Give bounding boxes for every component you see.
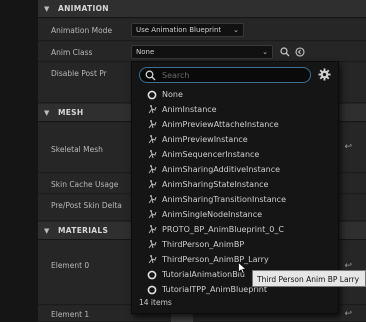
list-item[interactable]: AnimInstance	[132, 102, 338, 117]
animation-mode-label: Animation Mode	[51, 26, 113, 35]
list-item-label: AnimSharingAdditiveInstance	[162, 165, 281, 174]
anim-class-icon	[146, 134, 158, 146]
animation-mode-value: Use Animation Blueprint	[136, 26, 222, 34]
anim-class-value: None	[136, 48, 155, 56]
skin-cache-usage-label: Skin Cache Usage	[51, 180, 119, 189]
list-item[interactable]: AnimSharingStateInstance	[132, 177, 338, 192]
list-item[interactable]: ThirdPerson_AnimBP_Larry	[132, 252, 338, 267]
list-item-label: ThirdPerson_AnimBP	[162, 240, 245, 249]
section-title: MATERIALS	[58, 226, 109, 235]
search-box[interactable]	[139, 67, 311, 83]
list-item[interactable]: ThirdPerson_AnimBP	[132, 237, 338, 252]
section-title: ANIMATION	[58, 4, 109, 13]
list-item[interactable]: AnimPreviewAttacheInstance	[132, 117, 338, 132]
list-item[interactable]: AnimSequencerInstance	[132, 147, 338, 162]
search-icon	[145, 70, 156, 83]
chevron-down-icon: ⌄	[233, 26, 239, 34]
anim-class-icon	[146, 239, 158, 251]
anim-class-icon	[146, 194, 158, 206]
anim-class-icon	[146, 104, 158, 116]
row-animation-mode: Animation Mode Use Animation Blueprint ⌄	[38, 19, 366, 41]
list-item-label: AnimPreviewInstance	[162, 135, 248, 144]
chevron-down-icon: ▼	[44, 226, 50, 235]
list-item-label: TutorialAnimationBlu	[162, 270, 245, 279]
reset-to-default-icon[interactable]: ↩	[344, 142, 352, 152]
list-item[interactable]: None	[132, 87, 338, 102]
row-anim-class: Anim Class None ⌄	[38, 42, 366, 62]
pre-post-skin-delta-label: Pre/Post Skin Delta	[51, 201, 122, 210]
browse-search-icon[interactable]	[279, 46, 291, 58]
list-item-label: ThirdPerson_AnimBP_Larry	[162, 255, 269, 264]
anim-class-icon	[146, 179, 158, 191]
material-thumbnail[interactable]	[171, 313, 193, 322]
search-input[interactable]	[162, 69, 302, 81]
class-list: None AnimInstance AnimPreviewAttacheInstan…	[132, 87, 338, 297]
reset-to-default-icon[interactable]: ↩	[344, 309, 352, 319]
chevron-down-icon: ▼	[44, 4, 50, 13]
animation-mode-dropdown[interactable]: Use Animation Blueprint ⌄	[131, 23, 244, 37]
element-1-label: Element 1	[51, 310, 90, 319]
section-title: MESH	[58, 108, 84, 117]
item-count: 14 items	[139, 298, 172, 307]
disable-post-process-label: Disable Post Proces	[51, 69, 107, 78]
anim-class-icon	[146, 209, 158, 221]
left-sidebar	[0, 0, 38, 322]
section-header-animation[interactable]: ▼ ANIMATION	[38, 0, 366, 18]
chevron-down-icon: ▼	[44, 108, 50, 117]
anim-class-icon	[146, 149, 158, 161]
use-selected-icon[interactable]	[294, 46, 306, 58]
anim-class-icon	[146, 164, 158, 176]
gear-icon[interactable]	[318, 68, 332, 82]
anim-class-dropdown[interactable]: None ⌄	[131, 45, 273, 59]
none-circle-icon	[146, 89, 158, 101]
tooltip: Third Person Anim BP Larry	[252, 270, 366, 287]
anim-class-label: Anim Class	[51, 48, 93, 57]
none-circle-icon	[146, 284, 158, 296]
anim-class-icon	[146, 254, 158, 266]
list-item[interactable]: AnimPreviewInstance	[132, 132, 338, 147]
list-item[interactable]: AnimSharingTransitionInstance	[132, 192, 338, 207]
list-item-label: AnimSequencerInstance	[162, 150, 260, 159]
mouse-cursor-icon	[238, 261, 247, 276]
element-0-label: Element 0	[51, 261, 90, 270]
anim-class-icon	[146, 119, 158, 131]
list-item-label: AnimSingleNodeInstance	[162, 210, 263, 219]
list-item-label: AnimSharingStateInstance	[162, 180, 269, 189]
list-item[interactable]: AnimSingleNodeInstance	[132, 207, 338, 222]
list-item-label: AnimSharingTransitionInstance	[162, 195, 286, 204]
skeletal-mesh-label: Skeletal Mesh	[51, 145, 103, 154]
list-item-label: AnimInstance	[162, 105, 217, 114]
none-circle-icon	[146, 269, 158, 281]
list-item[interactable]: AnimSharingAdditiveInstance	[132, 162, 338, 177]
list-item-label: None	[162, 90, 183, 99]
list-item[interactable]: PROTO_BP_AnimBlueprint_0_C	[132, 222, 338, 237]
list-item-label: AnimPreviewAttacheInstance	[162, 120, 279, 129]
chevron-down-icon: ⌄	[262, 48, 268, 56]
anim-class-icon	[146, 224, 158, 236]
list-item-label: PROTO_BP_AnimBlueprint_0_C	[162, 225, 284, 234]
